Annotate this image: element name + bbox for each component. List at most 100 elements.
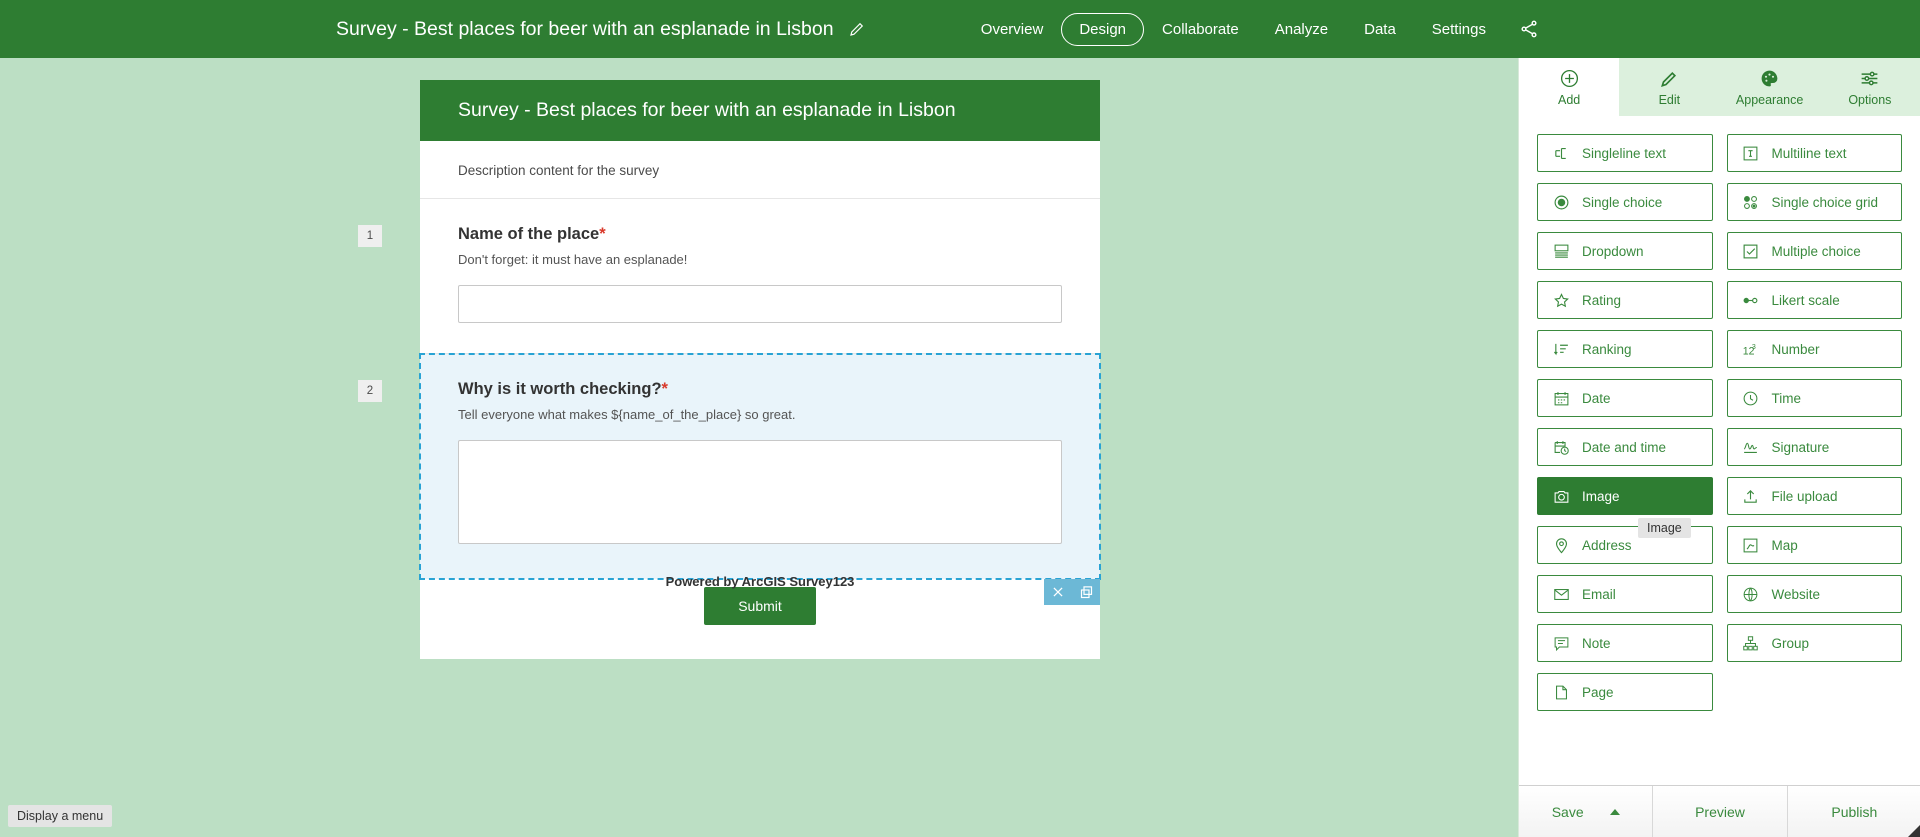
type-label: Email	[1582, 586, 1616, 602]
nav-item-analyze[interactable]: Analyze	[1257, 13, 1346, 46]
type-label: Ranking	[1582, 341, 1632, 357]
radio-filled-icon	[1552, 193, 1570, 211]
form-description: Description content for the survey	[420, 141, 1100, 199]
checkbox-icon	[1742, 242, 1760, 260]
radio-grid-icon	[1742, 193, 1760, 211]
tab-add-label: Add	[1558, 92, 1581, 107]
type-label: Rating	[1582, 292, 1622, 308]
type-website[interactable]: Website	[1726, 575, 1902, 613]
question-input-1[interactable]	[458, 285, 1062, 323]
type-multiple-choice[interactable]: Multiple choice	[1726, 232, 1902, 270]
tab-appearance[interactable]: Appearance	[1719, 58, 1820, 116]
type-signature[interactable]: Signature	[1726, 428, 1902, 466]
type-rating[interactable]: Rating	[1537, 281, 1713, 319]
number-icon: 12 3	[1742, 340, 1760, 358]
panel-action-bar: Save Preview Publish	[1519, 785, 1920, 837]
type-label: Image	[1582, 488, 1620, 504]
pencil-icon[interactable]	[848, 20, 866, 38]
nav-item-settings[interactable]: Settings	[1414, 13, 1504, 46]
type-date-and-time[interactable]: Date and time	[1537, 428, 1713, 466]
upload-icon	[1742, 487, 1760, 505]
calendar-icon	[1552, 389, 1570, 407]
question-number-badge: 1	[358, 225, 382, 247]
type-label: Multiple choice	[1771, 243, 1861, 259]
caret-up-icon[interactable]	[1609, 808, 1620, 815]
survey-title-group: Survey - Best places for beer with an es…	[336, 0, 866, 58]
type-label: Signature	[1771, 439, 1830, 455]
question-block-1[interactable]: 1 Name of the place* Don't forget: it mu…	[358, 199, 1100, 354]
tab-options[interactable]: Options	[1819, 58, 1920, 116]
image-icon	[1552, 487, 1570, 505]
type-map[interactable]: Map	[1726, 526, 1902, 564]
preview-button[interactable]: Preview	[1653, 786, 1788, 837]
type-ranking[interactable]: Ranking	[1537, 330, 1713, 368]
question-block-2[interactable]: 2 Why is it worth checking?* Tell everyo…	[358, 353, 1101, 605]
page-icon	[1552, 683, 1570, 701]
type-number[interactable]: 12 3 Number	[1726, 330, 1902, 368]
pencil-icon	[1659, 68, 1679, 90]
submit-row: Submit	[420, 579, 1100, 659]
type-label: Dropdown	[1582, 243, 1644, 259]
nav-item-data[interactable]: Data	[1346, 13, 1414, 46]
nav-item-overview[interactable]: Overview	[963, 13, 1062, 46]
plus-circle-icon	[1559, 68, 1580, 90]
type-label: Single choice grid	[1771, 194, 1879, 210]
question-hint-2: Tell everyone what makes ${name_of_the_p…	[458, 407, 796, 422]
type-label: Map	[1771, 537, 1798, 553]
share-icon[interactable]	[1518, 18, 1540, 40]
question-label-text: Why is it worth checking?	[458, 380, 662, 398]
save-button[interactable]: Save	[1519, 786, 1654, 837]
type-email[interactable]: Email	[1537, 575, 1713, 613]
nav-item-collaborate[interactable]: Collaborate	[1144, 13, 1257, 46]
type-label: Date and time	[1582, 439, 1667, 455]
type-date[interactable]: Date	[1537, 379, 1713, 417]
dropdown-icon	[1552, 242, 1570, 260]
type-multiline-text[interactable]: Multiline text	[1726, 134, 1902, 172]
type-note[interactable]: Note	[1537, 624, 1713, 662]
note-icon	[1552, 634, 1570, 652]
tab-add[interactable]: Add	[1519, 58, 1620, 116]
signature-icon	[1742, 438, 1760, 456]
nav-item-design[interactable]: Design	[1061, 12, 1145, 46]
question-input-2[interactable]	[458, 440, 1062, 544]
panel-tab-bar: Add Edit Appearance Options	[1519, 58, 1920, 116]
image-tooltip: Image	[1638, 518, 1691, 538]
tab-edit[interactable]: Edit	[1619, 58, 1720, 116]
question-label-2: Why is it worth checking?*	[458, 380, 1062, 399]
publish-button[interactable]: Publish	[1788, 786, 1920, 837]
submit-button[interactable]: Submit	[704, 587, 816, 625]
type-label: Multiline text	[1771, 145, 1847, 161]
singleline-text-icon	[1552, 144, 1570, 162]
star-icon	[1552, 291, 1570, 309]
type-time[interactable]: Time	[1726, 379, 1902, 417]
svg-text:3: 3	[1752, 342, 1756, 350]
ranking-icon	[1552, 340, 1570, 358]
required-marker: *	[661, 380, 668, 398]
type-file-upload[interactable]: File upload	[1726, 477, 1902, 515]
envelope-icon	[1552, 585, 1570, 603]
form-header-title: Survey - Best places for beer with an es…	[420, 80, 1100, 141]
status-tooltip: Display a menu	[8, 805, 113, 827]
main-nav: Overview Design Collaborate Analyze Data…	[963, 0, 1540, 58]
type-label: Group	[1771, 635, 1810, 651]
type-label: Likert scale	[1771, 292, 1840, 308]
type-label: Website	[1771, 586, 1821, 602]
type-page[interactable]: Page	[1537, 673, 1713, 711]
app-root: Survey - Best places for beer with an es…	[0, 0, 1920, 837]
question-number-badge: 2	[358, 380, 382, 402]
type-single-choice[interactable]: Single choice	[1537, 183, 1713, 221]
required-marker: *	[599, 225, 606, 243]
app-header: Survey - Best places for beer with an es…	[0, 0, 1920, 58]
globe-icon	[1742, 585, 1760, 603]
right-side-panel: Add Edit Appearance Options Singleline t…	[1518, 58, 1920, 837]
window-resize-grip[interactable]	[1904, 821, 1920, 837]
type-label: Time	[1771, 390, 1802, 406]
multiline-text-icon	[1742, 144, 1760, 162]
type-dropdown[interactable]: Dropdown	[1537, 232, 1713, 270]
type-image[interactable]: Image Image	[1537, 477, 1713, 538]
type-singleline-text[interactable]: Singleline text	[1537, 134, 1713, 172]
type-single-choice-grid[interactable]: Single choice grid	[1726, 183, 1902, 221]
type-group[interactable]: Group	[1726, 624, 1902, 662]
type-likert-scale[interactable]: Likert scale	[1726, 281, 1902, 319]
type-label: File upload	[1771, 488, 1838, 504]
